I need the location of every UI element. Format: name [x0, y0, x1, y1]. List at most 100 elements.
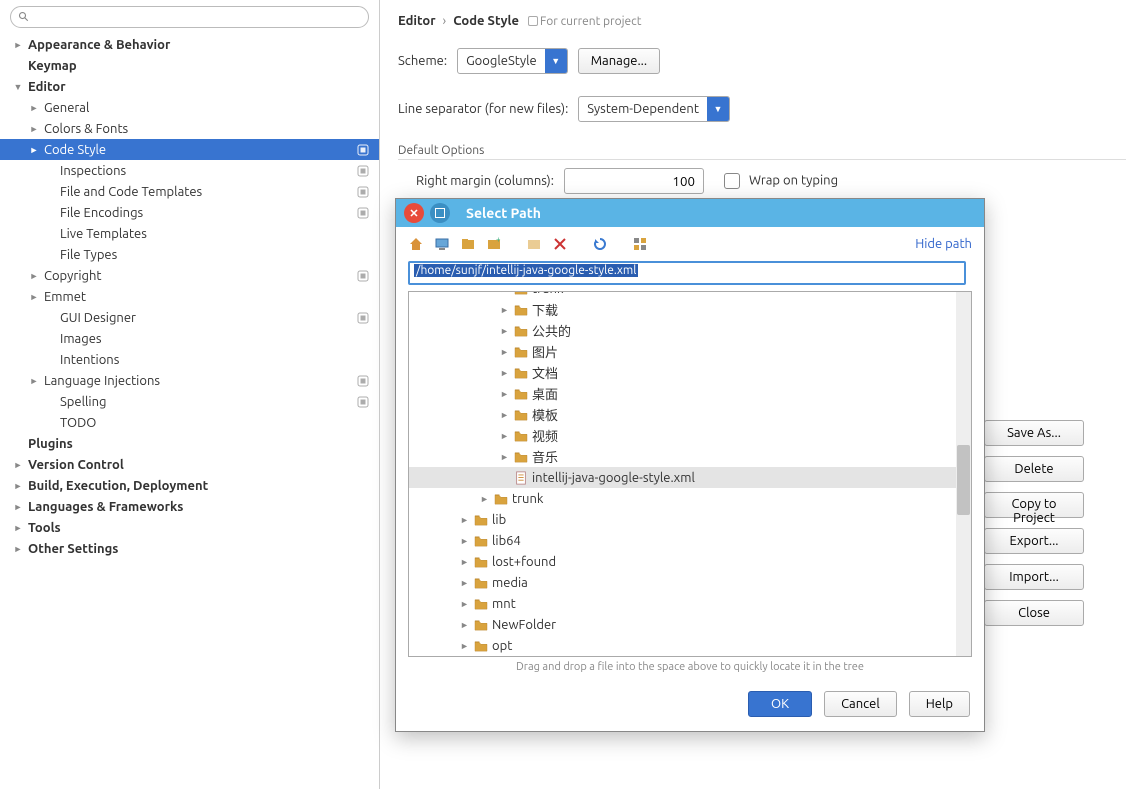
new-folder-2-icon[interactable] — [526, 236, 542, 252]
delete-icon[interactable] — [552, 236, 568, 252]
file-tree-folder[interactable]: ►桌面 — [409, 383, 971, 404]
tree-twisty-icon[interactable]: ► — [459, 557, 470, 567]
file-tree-folder[interactable]: ►文档 — [409, 362, 971, 383]
file-tree-folder[interactable]: ►模板 — [409, 404, 971, 425]
sidebar-item-general[interactable]: ►General — [0, 97, 379, 118]
sidebar-item-gui-designer[interactable]: GUI Designer — [0, 307, 379, 328]
scrollbar[interactable] — [956, 292, 971, 656]
tree-twisty-icon[interactable]: ► — [28, 292, 40, 302]
tree-twisty-icon[interactable]: ► — [499, 410, 510, 420]
wrap-checkbox[interactable] — [724, 173, 740, 189]
file-tree-folder[interactable]: ►media — [409, 572, 971, 593]
sidebar-item-appearance-behavior[interactable]: ►Appearance & Behavior — [0, 34, 379, 55]
sidebar-item-colors-fonts[interactable]: ►Colors & Fonts — [0, 118, 379, 139]
scheme-combo[interactable]: GoogleStyle ▼ — [457, 48, 568, 74]
file-tree-folder[interactable]: ►视频 — [409, 425, 971, 446]
file-tree-folder[interactable]: ►trunk — [409, 292, 971, 299]
tree-twisty-icon[interactable]: ► — [12, 544, 24, 554]
sidebar-item-copyright[interactable]: ►Copyright — [0, 265, 379, 286]
wrap-checkbox-wrapper[interactable]: Wrap on typing — [724, 173, 838, 189]
save-as-button[interactable]: Save As... — [984, 420, 1084, 446]
sidebar-item-tools[interactable]: ►Tools — [0, 517, 379, 538]
help-button[interactable]: Help — [909, 691, 970, 717]
search-input[interactable] — [10, 6, 369, 28]
sidebar-item-spelling[interactable]: Spelling — [0, 391, 379, 412]
sidebar-item-file-types[interactable]: File Types — [0, 244, 379, 265]
sidebar-item-other-settings[interactable]: ►Other Settings — [0, 538, 379, 559]
tree-twisty-icon[interactable]: ► — [12, 481, 24, 491]
tree-twisty-icon[interactable]: ► — [12, 40, 24, 50]
tree-twisty-icon[interactable]: ► — [459, 620, 470, 630]
file-tree[interactable]: ►trunk►下载►公共的►图片►文档►桌面►模板►视频►音乐intellij-… — [408, 291, 972, 657]
tree-twisty-icon[interactable]: ► — [12, 523, 24, 533]
tree-twisty-icon[interactable]: ► — [459, 536, 470, 546]
sidebar-item-file-encodings[interactable]: File Encodings — [0, 202, 379, 223]
tree-twisty-icon[interactable]: ▼ — [12, 82, 24, 92]
tree-twisty-icon[interactable]: ► — [28, 271, 40, 281]
tree-twisty-icon[interactable]: ► — [479, 494, 490, 504]
tree-twisty-icon[interactable]: ► — [459, 515, 470, 525]
sidebar-item-emmet[interactable]: ►Emmet — [0, 286, 379, 307]
tree-twisty-icon[interactable]: ► — [499, 452, 510, 462]
sidebar-item-keymap[interactable]: Keymap — [0, 55, 379, 76]
copy-to-project-button[interactable]: Copy to Project — [984, 492, 1084, 518]
sidebar-item-language-injections[interactable]: ►Language Injections — [0, 370, 379, 391]
home-icon[interactable] — [408, 236, 424, 252]
desktop-icon[interactable] — [434, 236, 450, 252]
maximize-icon[interactable] — [430, 203, 450, 223]
file-tree-folder[interactable]: ►opt — [409, 635, 971, 656]
sidebar-item-editor[interactable]: ▼Editor — [0, 76, 379, 97]
sidebar-item-version-control[interactable]: ►Version Control — [0, 454, 379, 475]
tree-twisty-icon[interactable]: ► — [499, 305, 510, 315]
sidebar-item-build-execution-deployment[interactable]: ►Build, Execution, Deployment — [0, 475, 379, 496]
tree-twisty-icon[interactable]: ► — [499, 292, 510, 294]
file-tree-folder[interactable]: ►mnt — [409, 593, 971, 614]
file-tree-folder[interactable]: ►lib64 — [409, 530, 971, 551]
scrollbar-thumb[interactable] — [957, 445, 970, 515]
sidebar-item-images[interactable]: Images — [0, 328, 379, 349]
close-icon[interactable]: ✕ — [404, 203, 424, 223]
path-input[interactable]: /home/sunjf/intellij-java-google-style.x… — [408, 261, 966, 285]
tree-twisty-icon[interactable]: ► — [499, 368, 510, 378]
linesep-combo[interactable]: System-Dependent ▼ — [578, 96, 730, 122]
sidebar-item-intentions[interactable]: Intentions — [0, 349, 379, 370]
right-margin-input[interactable] — [564, 168, 704, 194]
tree-twisty-icon[interactable]: ► — [499, 431, 510, 441]
tree-twisty-icon[interactable]: ► — [459, 599, 470, 609]
tree-twisty-icon[interactable]: ► — [28, 376, 40, 386]
file-tree-folder[interactable]: ►公共的 — [409, 320, 971, 341]
sidebar-item-plugins[interactable]: Plugins — [0, 433, 379, 454]
tree-twisty-icon[interactable]: ► — [12, 502, 24, 512]
import-button[interactable]: Import... — [984, 564, 1084, 590]
breadcrumb-editor[interactable]: Editor — [398, 14, 436, 28]
sidebar-item-languages-frameworks[interactable]: ►Languages & Frameworks — [0, 496, 379, 517]
ok-button[interactable]: OK — [748, 691, 812, 717]
sidebar-item-file-and-code-templates[interactable]: File and Code Templates — [0, 181, 379, 202]
tree-twisty-icon[interactable]: ► — [459, 578, 470, 588]
sidebar-item-todo[interactable]: TODO — [0, 412, 379, 433]
tree-twisty-icon[interactable]: ► — [28, 103, 40, 113]
sidebar-item-code-style[interactable]: ►Code Style — [0, 139, 379, 160]
project-icon[interactable] — [460, 236, 476, 252]
file-tree-folder[interactable]: ►trunk — [409, 488, 971, 509]
tree-twisty-icon[interactable]: ► — [28, 124, 40, 134]
manage-button[interactable]: Manage... — [578, 48, 660, 74]
show-hidden-icon[interactable] — [632, 236, 648, 252]
sidebar-item-live-templates[interactable]: Live Templates — [0, 223, 379, 244]
tree-twisty-icon[interactable]: ► — [12, 460, 24, 470]
hide-path-link[interactable]: Hide path — [915, 237, 972, 251]
close-button[interactable]: Close — [984, 600, 1084, 626]
file-tree-folder[interactable]: ►lib — [409, 509, 971, 530]
file-tree-folder[interactable]: ►音乐 — [409, 446, 971, 467]
cancel-button[interactable]: Cancel — [824, 691, 897, 717]
export-button[interactable]: Export... — [984, 528, 1084, 554]
file-tree-folder[interactable]: ►lost+found — [409, 551, 971, 572]
sidebar-item-inspections[interactable]: Inspections — [0, 160, 379, 181]
delete-button[interactable]: Delete — [984, 456, 1084, 482]
tree-twisty-icon[interactable]: ► — [499, 347, 510, 357]
file-tree-folder[interactable]: ►图片 — [409, 341, 971, 362]
file-tree-folder[interactable]: ►下载 — [409, 299, 971, 320]
tree-twisty-icon[interactable]: ► — [28, 145, 40, 155]
tree-twisty-icon[interactable]: ► — [499, 389, 510, 399]
new-folder-icon[interactable]: + — [486, 236, 502, 252]
